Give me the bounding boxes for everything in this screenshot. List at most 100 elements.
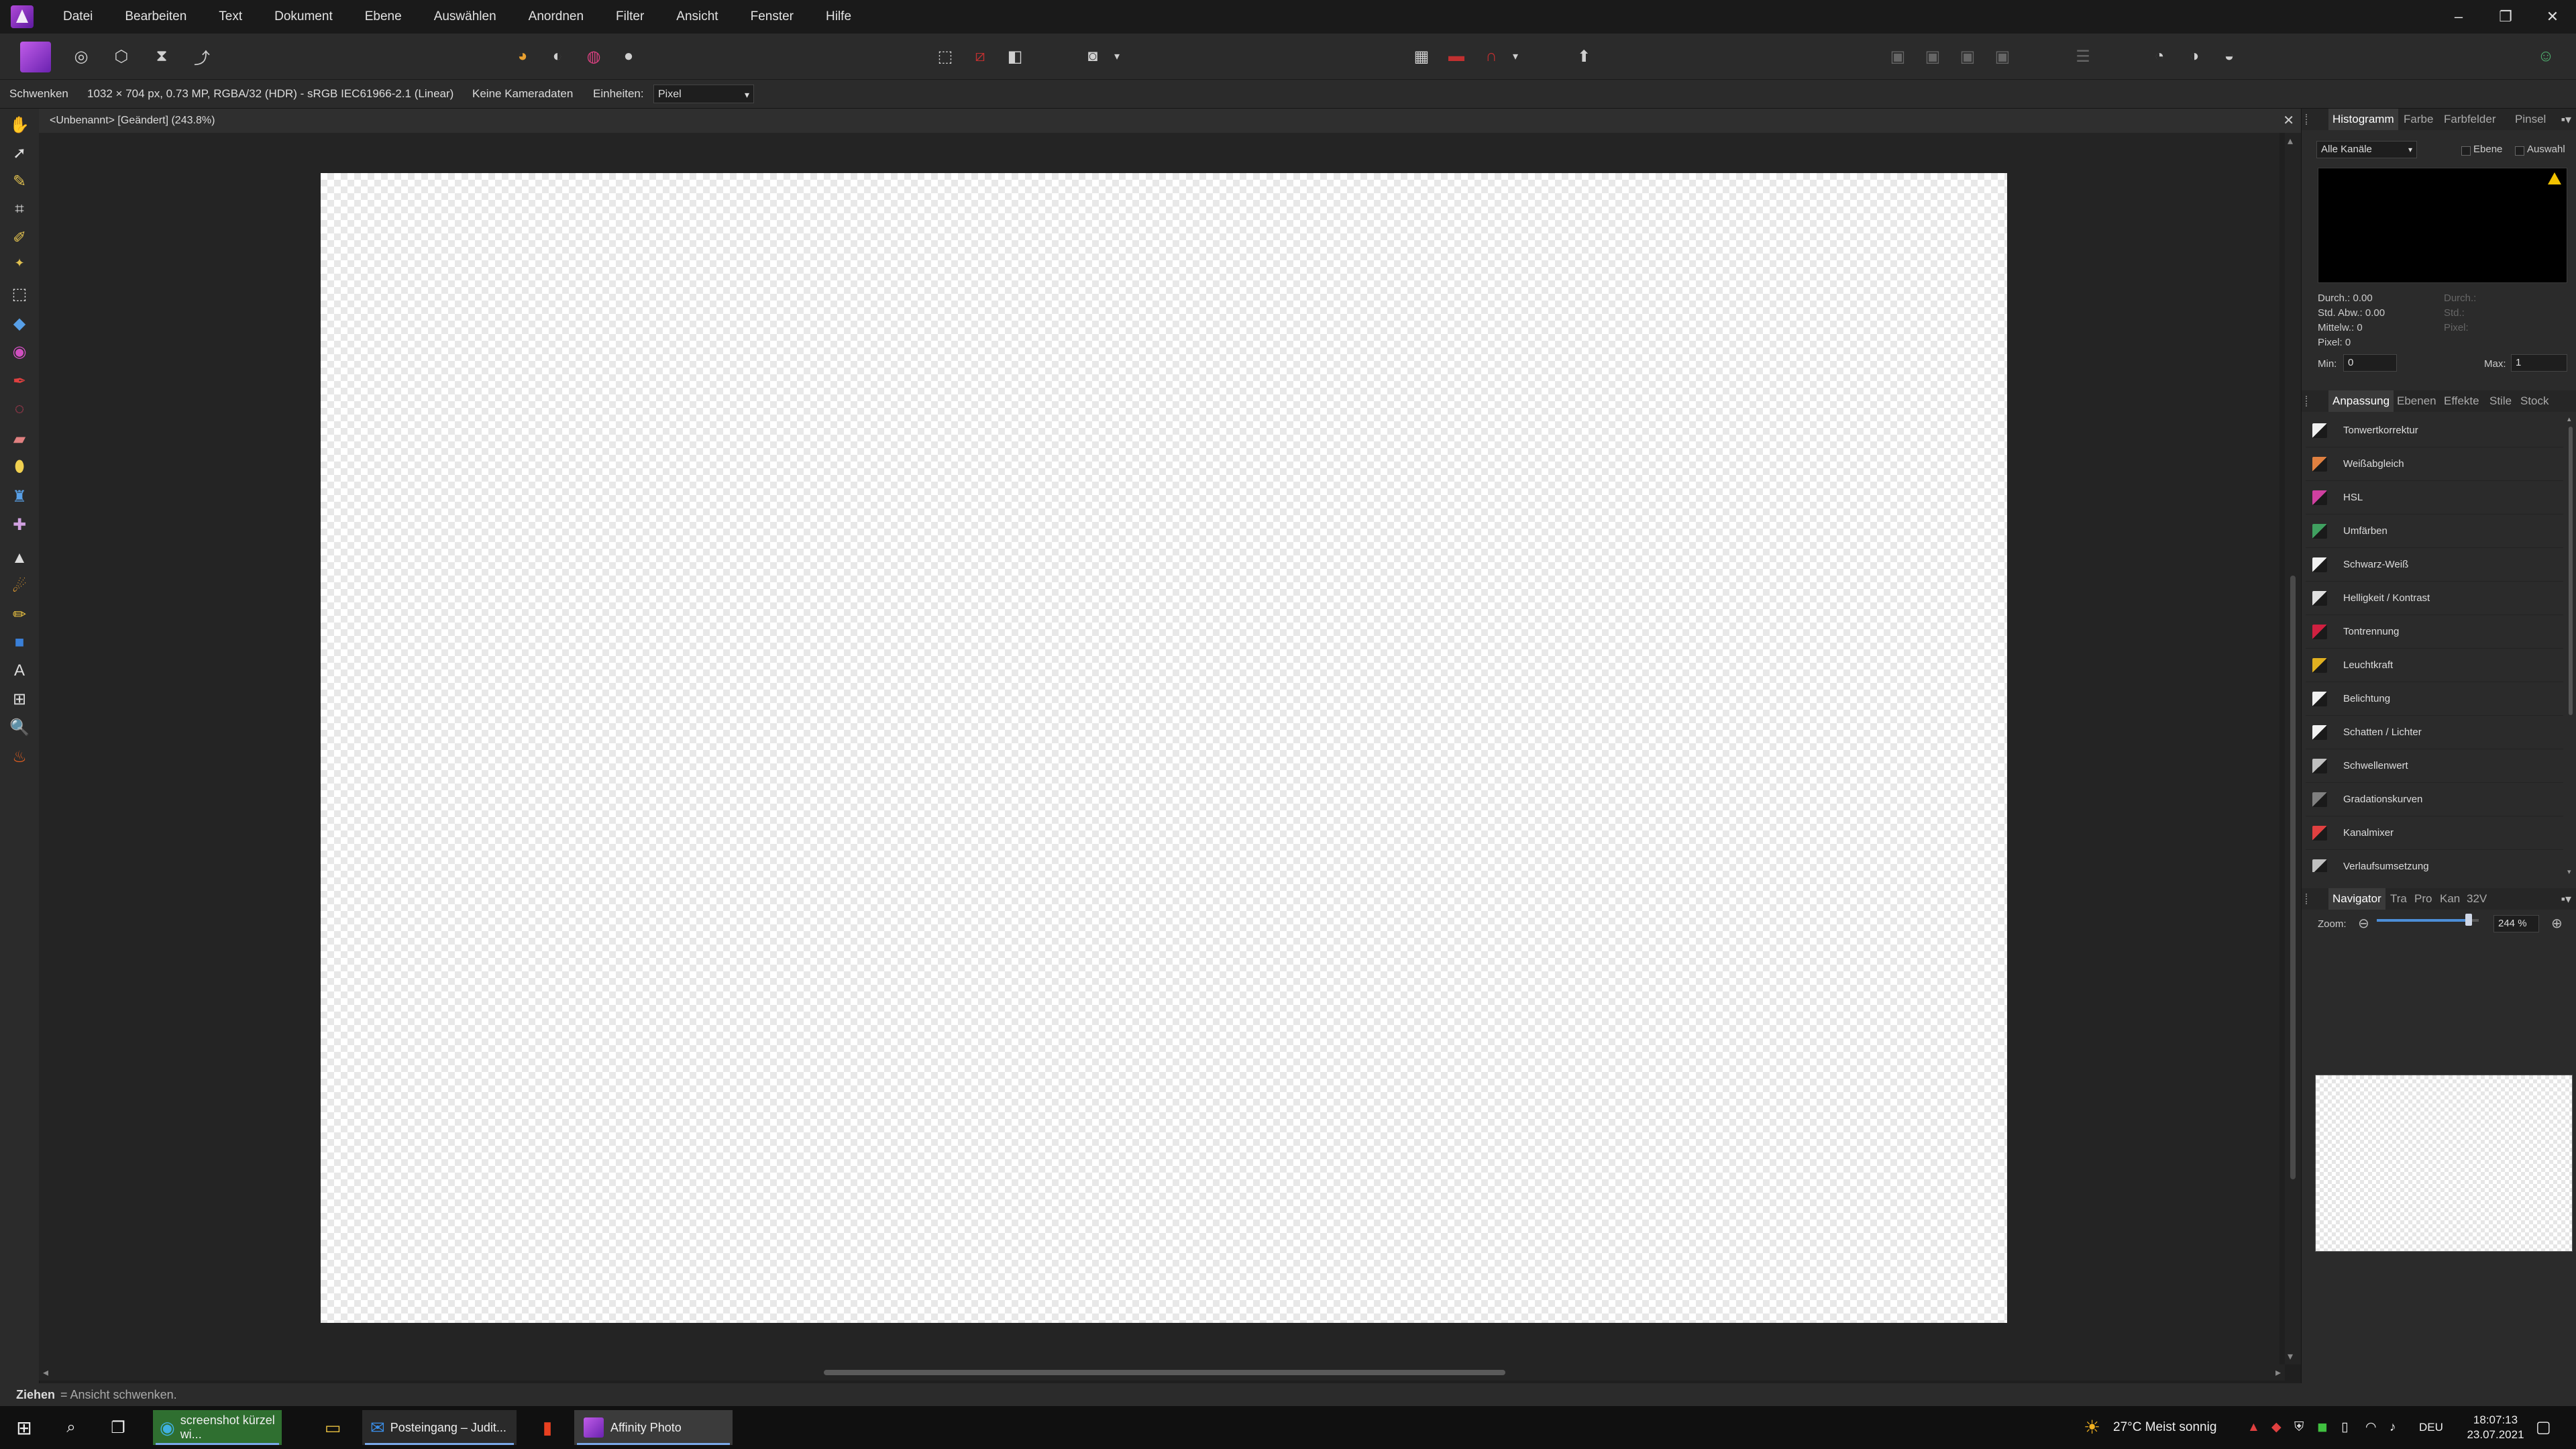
tab-navigator[interactable]: Navigator — [2328, 888, 2385, 910]
max-input[interactable]: 1 — [2511, 354, 2567, 372]
zoom-tool-icon[interactable]: 🔍 — [9, 716, 30, 738]
invert-selection-icon[interactable]: ◧ — [1002, 44, 1028, 69]
volume-icon[interactable]: ♪ — [2390, 1406, 2396, 1449]
file-explorer-icon[interactable]: ▭ — [315, 1410, 350, 1445]
tab-pinsel[interactable]: Pinsel — [2515, 109, 2546, 130]
menu-item-ansicht[interactable]: Ansicht — [660, 0, 734, 34]
arrange-back-icon[interactable]: ▣ — [1885, 44, 1911, 69]
tab-stock[interactable]: Stock — [2520, 390, 2549, 412]
panel-menu-icon[interactable]: ▪▾ — [2561, 109, 2571, 130]
layer-checkbox[interactable] — [2461, 146, 2471, 156]
scroll-left-icon[interactable]: ◂ — [43, 1366, 48, 1379]
paint-brush-tool-icon[interactable]: ✒ — [9, 370, 30, 392]
menu-item-bearbeiten[interactable]: Bearbeiten — [109, 0, 203, 34]
adjustment-scrollbar[interactable]: ▴ ▾ — [2567, 415, 2574, 876]
adjustment-item[interactable]: Gradationskurven — [2306, 784, 2563, 816]
tab-farbe[interactable]: Farbe — [2404, 109, 2433, 130]
quick-mask-dropdown-icon[interactable]: ▾ — [1104, 44, 1130, 69]
scroll-right-icon[interactable]: ▸ — [2275, 1366, 2281, 1379]
auto-colors-icon[interactable]: ◍ — [581, 44, 606, 69]
restore-button[interactable]: ❐ — [2482, 0, 2529, 34]
horizontal-scrollbar[interactable]: ◂ ▸ — [39, 1364, 2285, 1381]
export-persona-icon[interactable]: ⤴ — [189, 44, 215, 69]
tab-protocol[interactable]: Pro — [2414, 888, 2432, 910]
adjustment-item[interactable]: Tontrennung — [2306, 616, 2563, 649]
vertical-scrollbar[interactable]: ▴ ▾ — [2285, 133, 2301, 1364]
assistant-icon[interactable]: ⬆ — [1571, 44, 1597, 69]
menu-item-anordnen[interactable]: Anordnen — [513, 0, 600, 34]
adjustment-item[interactable]: Leuchtkraft — [2306, 649, 2563, 682]
minimize-button[interactable]: – — [2435, 0, 2482, 34]
pen-tool-icon[interactable]: ✏ — [9, 604, 30, 625]
adjustment-item[interactable]: Schwarz-Weiß — [2306, 549, 2563, 582]
menu-item-hilfe[interactable]: Hilfe — [810, 0, 867, 34]
adjustment-item[interactable]: HSL — [2306, 482, 2563, 515]
panel-grip-icon[interactable] — [2306, 114, 2311, 125]
tab-histogram[interactable]: Histogramm — [2328, 109, 2398, 130]
zoom-value-input[interactable]: 244 % — [2493, 915, 2539, 932]
menu-item-dokument[interactable]: Dokument — [258, 0, 349, 34]
arrange-front-icon[interactable]: ▣ — [1990, 44, 2015, 69]
tone-mapping-persona-icon[interactable]: ⧗ — [149, 44, 174, 69]
horizontal-scroll-thumb[interactable] — [824, 1370, 1505, 1375]
units-select[interactable]: Pixel — [653, 85, 754, 104]
adjustment-item[interactable]: Umfärben — [2306, 515, 2563, 548]
panel-grip-icon[interactable] — [2306, 396, 2311, 407]
channel-select[interactable]: Alle Kanäle ▾ — [2316, 141, 2417, 158]
tray-green-icon[interactable]: ◼ — [2317, 1406, 2328, 1449]
adjustment-item[interactable]: Weißabgleich — [2306, 448, 2563, 481]
document-canvas[interactable] — [321, 173, 2007, 1323]
adjustment-item[interactable]: Verlaufsumsetzung — [2306, 851, 2563, 872]
gradient-tool-icon[interactable]: ◉ — [9, 341, 30, 362]
menu-item-ebene[interactable]: Ebene — [349, 0, 418, 34]
tab-farbfelder[interactable]: Farbfelder — [2444, 109, 2496, 130]
affinity-logo-icon[interactable] — [11, 5, 34, 28]
selection-checkbox[interactable] — [2515, 146, 2524, 156]
tab-ebenen[interactable]: Ebenen — [2397, 390, 2436, 412]
vertical-scroll-thumb[interactable] — [2290, 576, 2296, 1179]
deselect-icon[interactable]: ⧄ — [967, 44, 993, 69]
tab-channels[interactable]: Kan — [2440, 888, 2460, 910]
adjustment-item[interactable]: Schwellenwert — [2306, 750, 2563, 783]
arrange-backward-icon[interactable]: ▣ — [1920, 44, 1945, 69]
quick-mask-icon[interactable]: ◙ — [1080, 44, 1106, 69]
tab-anpassung[interactable]: Anpassung — [2328, 390, 2394, 412]
network-icon[interactable]: ◠ — [2365, 1406, 2377, 1449]
taskbar-app-affinity[interactable]: Affinity Photo — [574, 1410, 733, 1445]
navigator-preview[interactable] — [2315, 1075, 2573, 1252]
boolean-add-icon[interactable]: ◔ — [2147, 44, 2172, 69]
adjustment-item[interactable]: Belichtung — [2306, 683, 2563, 716]
weather-text[interactable]: 27°C Meist sonnig — [2113, 1406, 2216, 1449]
zoom-slider-knob[interactable] — [2465, 914, 2472, 926]
task-view-icon[interactable]: ❐ — [101, 1410, 136, 1445]
account-icon[interactable]: ☺ — [2533, 44, 2559, 69]
grid-icon[interactable]: ▦ — [1409, 44, 1434, 69]
rectangle-marquee-tool-icon[interactable]: ⬚ — [9, 283, 30, 305]
clock[interactable]: 18:07:13 23.07.2021 — [2455, 1413, 2536, 1442]
text-tool-icon[interactable]: A — [9, 660, 30, 682]
scroll-down-icon[interactable]: ▾ — [2288, 1350, 2293, 1363]
language-indicator[interactable]: DEU — [2419, 1406, 2443, 1449]
menu-item-datei[interactable]: Datei — [47, 0, 109, 34]
office-icon[interactable]: ▮ — [530, 1410, 565, 1445]
photo-persona-icon[interactable] — [20, 42, 51, 72]
rectangle-tool-icon[interactable]: ■ — [9, 632, 30, 653]
snapping-icon[interactable]: ▬ — [1444, 44, 1469, 69]
tab-stile[interactable]: Stile — [2489, 390, 2512, 412]
zoom-slider[interactable] — [2377, 914, 2479, 926]
healing-tool-icon[interactable]: ✚ — [9, 514, 30, 535]
develop-persona-icon[interactable]: ⬡ — [109, 44, 134, 69]
move-tool-icon[interactable]: ➚ — [9, 142, 30, 164]
panel-menu-icon[interactable]: ▪▾ — [2561, 888, 2571, 910]
adjustment-item[interactable]: Schatten / Lichter — [2306, 716, 2563, 749]
tray-red-icon[interactable]: ◆ — [2271, 1406, 2282, 1449]
scroll-up-icon[interactable]: ▴ — [2288, 134, 2293, 148]
close-window-button[interactable]: ✕ — [2529, 0, 2576, 34]
color-picker-tool-icon[interactable]: ✎ — [9, 170, 30, 192]
tray-app-icon[interactable]: ▲ — [2247, 1406, 2260, 1449]
mesh-warp-tool-icon[interactable]: ⊞ — [9, 688, 30, 710]
weather-icon[interactable]: ☀ — [2084, 1406, 2100, 1449]
adjustment-item[interactable]: Tonwertkorrektur — [2306, 415, 2563, 447]
menu-item-text[interactable]: Text — [203, 0, 258, 34]
tray-shield-icon[interactable]: ⛨ — [2294, 1406, 2304, 1449]
